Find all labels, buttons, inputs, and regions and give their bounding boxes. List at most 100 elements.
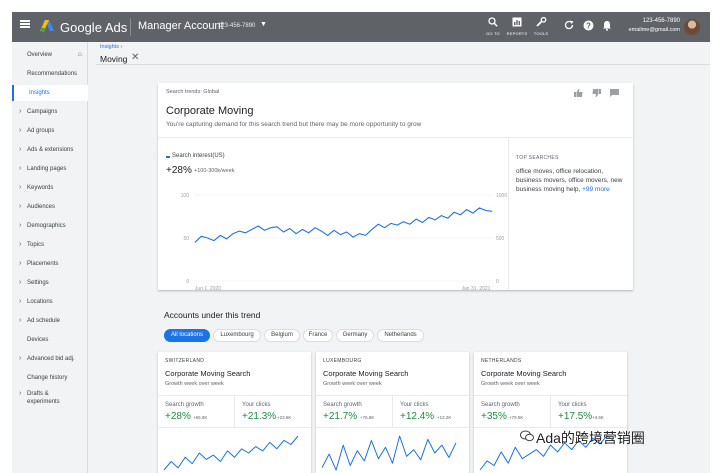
sidebar-item-audiences[interactable]: Audiences [12, 199, 88, 215]
filter-chip-luxembourg[interactable]: Luxembourg [213, 329, 261, 342]
filter-chip-france[interactable]: France [303, 329, 333, 342]
google-ads-logo-icon [40, 20, 54, 33]
top-searches-more-link[interactable]: +99 more [582, 186, 610, 193]
sidebar-item-label: Locations [27, 299, 53, 305]
sidebar-item-label: Recommendations [27, 71, 78, 77]
sidebar-item-label: Demographics [27, 223, 66, 229]
clicks-label: Your clicks [242, 402, 271, 408]
account-title[interactable]: Manager Account [138, 20, 224, 32]
sidebar-item-label: Keywords [27, 185, 54, 191]
goto-label: GO TO [486, 31, 500, 36]
filter-chip-germany[interactable]: Germany [336, 329, 374, 342]
card-vertical-divider [508, 138, 509, 290]
sidebar-item-change-history[interactable]: Change history [12, 370, 88, 386]
sidebar-item-landing-pages[interactable]: Landing pages [12, 161, 88, 177]
search-growth-label: Search growth [323, 402, 362, 408]
x-tick-label: Jan 31, 2021 [462, 286, 491, 290]
notifications-icon[interactable] [601, 20, 613, 32]
filter-chip-all-locations[interactable]: All locations [164, 329, 210, 342]
account-card[interactable]: NETHERLANDS Corporate Moving Search Grow… [474, 352, 627, 473]
sidebar-item-overview[interactable]: Overview ⌂ [12, 47, 88, 63]
sidebar-item-label: Placements [27, 261, 59, 267]
account-country: NETHERLANDS [481, 358, 522, 364]
top-searches-list: office moves, office relocation, busines… [516, 167, 624, 194]
sidebar-item-label-line2: experiments [27, 399, 60, 405]
clicks-value: +17.5% [558, 411, 593, 422]
sidebar-item-label: Campaigns [27, 109, 58, 115]
sidebar-item-label: Audiences [27, 204, 56, 210]
account-card[interactable]: SWITZERLAND Corporate Moving Search Grow… [158, 352, 311, 473]
reports-button[interactable]: REPORTS [506, 17, 528, 36]
header-divider [130, 18, 131, 36]
sidebar-item-campaigns[interactable]: Campaigns [12, 104, 88, 120]
sidebar-item-label: Change history [27, 375, 68, 381]
close-icon[interactable]: ✕ [131, 52, 139, 63]
sidebar-item-ads-extensions[interactable]: Ads & extensions [12, 142, 88, 158]
thumbs-down-icon[interactable] [591, 89, 601, 99]
reports-label: REPORTS [506, 31, 528, 36]
sidebar-item-topics[interactable]: Topics [12, 237, 88, 253]
breadcrumb[interactable]: Insights › [100, 44, 122, 50]
series-line [194, 207, 493, 243]
avatar[interactable] [684, 19, 700, 35]
sidebar-item-keywords[interactable]: Keywords [12, 180, 88, 196]
account-dropdown-icon[interactable]: ▼ [260, 21, 267, 28]
account-card-title: Corporate Moving Search [323, 369, 409, 378]
accounts-section-title: Accounts under this trend [164, 310, 261, 320]
account-country: LUXEMBOURG [323, 358, 362, 364]
search-icon [482, 17, 504, 29]
sidebar-item-label: Topics [27, 242, 45, 248]
app-name: Google Ads [60, 20, 128, 35]
filter-chip-netherlands[interactable]: Netherlands [377, 329, 424, 342]
sparkline [163, 435, 299, 471]
thumbs-up-icon[interactable] [573, 89, 583, 99]
menu-icon[interactable] [20, 20, 30, 28]
search-growth-sub: +65.8K [193, 415, 208, 420]
user-account-id: 123-456-7890 [642, 18, 680, 24]
sidebar-item-advanced-bid[interactable]: Advanced bid adj. [12, 351, 88, 367]
sidebar-item-insights[interactable]: Insights [12, 85, 88, 101]
help-icon[interactable]: ? [582, 20, 594, 32]
search-growth-sub: +76.8K [360, 415, 375, 420]
search-growth-sub: +79.5K [509, 415, 524, 420]
reports-icon [506, 17, 528, 29]
account-card-subtitle: Growth week over week [481, 381, 540, 387]
sidebar-item-drafts-experiments[interactable]: Drafts & experiments [12, 389, 88, 409]
sidebar-item-settings[interactable]: Settings [12, 275, 88, 291]
sidebar-item-label: Settings [27, 280, 49, 286]
tools-button[interactable]: TOOLS [530, 16, 552, 36]
goto-button[interactable]: GO TO [482, 17, 504, 36]
refresh-icon[interactable] [563, 20, 575, 32]
filter-chip-belgium[interactable]: Belgium [264, 329, 300, 342]
top-app-bar: Google Ads Manager Account 123-456-7890 … [12, 12, 710, 42]
tools-label: TOOLS [533, 31, 549, 36]
wechat-watermark-icon [520, 430, 534, 442]
account-card-subtitle: Growth week over week [165, 381, 224, 387]
sidebar-item-ad-groups[interactable]: Ad groups [12, 123, 88, 139]
sidebar-item-recommendations[interactable]: Recommendations [12, 66, 88, 82]
sparkline-chart [321, 435, 457, 471]
sidebar-item-ad-schedule[interactable]: Ad schedule [12, 313, 88, 329]
user-email: emailme@gmail.com [628, 27, 680, 33]
sidebar-item-label: Ad schedule [27, 318, 61, 324]
feedback-icon[interactable] [609, 89, 619, 99]
account-card-title: Corporate Moving Search [481, 369, 567, 378]
account-card[interactable]: LUXEMBOURG Corporate Moving Search Growt… [316, 352, 469, 473]
account-id: 123-456-7890 [218, 23, 256, 29]
sidebar-item-label: Ad groups [27, 128, 55, 134]
sidebar-item-label: Ads & extensions [27, 147, 74, 153]
sidebar-item-label: Overview [27, 52, 53, 58]
sidebar-item-locations[interactable]: Locations [12, 294, 88, 310]
sidebar-item-placements[interactable]: Placements [12, 256, 88, 272]
clicks-sub: +4.6K [592, 415, 604, 420]
account-card-subtitle: Growth week over week [323, 381, 382, 387]
search-growth-value: +21.7% [323, 411, 358, 422]
sidebar-item-devices[interactable]: Devices [12, 332, 88, 348]
search-growth-value: +28% [165, 411, 191, 422]
wrench-icon [530, 16, 552, 29]
clicks-value: +21.3% [242, 411, 277, 422]
card-vertical-divider [392, 395, 393, 427]
breadcrumb-link[interactable]: Insights [100, 44, 119, 50]
sidebar-item-demographics[interactable]: Demographics [12, 218, 88, 234]
y-tick-label-right: 0 [496, 279, 499, 285]
